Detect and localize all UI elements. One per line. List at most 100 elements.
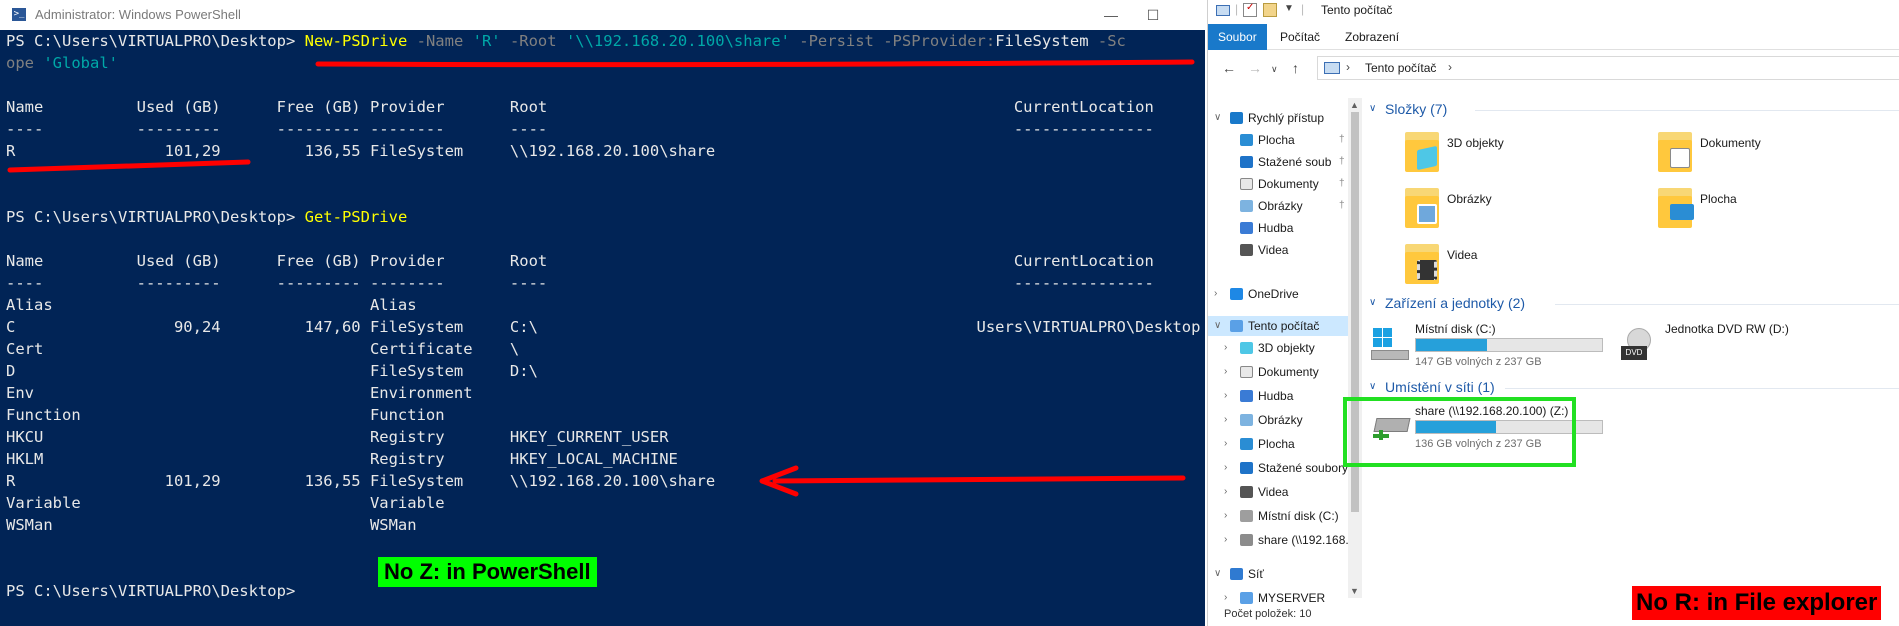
customize-toolbar-icon[interactable]: ▼	[1284, 3, 1294, 14]
folder-label: Obrázky	[1447, 192, 1492, 206]
chevron-right-icon[interactable]: ›	[1224, 588, 1227, 608]
tab-computer[interactable]: Počítač	[1270, 24, 1330, 50]
nav-item-3d-objekty[interactable]: › 3D objekty	[1208, 338, 1360, 358]
nav-item-label: Obrázky	[1258, 413, 1303, 427]
folder-3d-objects[interactable]: 3D objekty	[1403, 128, 1643, 176]
tab-file[interactable]: Soubor	[1208, 24, 1267, 50]
drive-c[interactable]: Místní disk (C:) 147 GB volných z 237 GB	[1363, 322, 1623, 382]
new-folder-icon[interactable]	[1263, 3, 1277, 17]
music-icon	[1240, 222, 1253, 234]
computer-icon	[1230, 320, 1243, 332]
nav-item-label: Síť	[1248, 567, 1264, 581]
chevron-down-icon[interactable]: ∨	[1369, 297, 1376, 308]
group-folders[interactable]: ∨ Složky (7)	[1363, 100, 1899, 120]
powershell-title-bar[interactable]: >_ Administrator: Windows PowerShell — ☐	[0, 0, 1205, 30]
folder-desktop[interactable]: Plocha	[1656, 184, 1896, 232]
blank	[6, 228, 1205, 250]
chevron-down-icon[interactable]: ∨	[1369, 381, 1376, 392]
breadcrumb-separator-icon[interactable]: ›	[1346, 60, 1350, 74]
nav-item-share-192-168[interactable]: › share (\\192.168.	[1208, 530, 1360, 550]
nav-item-obrázky[interactable]: Obrázky †	[1208, 196, 1360, 216]
drive-c-free-space: 147 GB volných z 237 GB	[1415, 356, 1542, 368]
desktop-icon	[1240, 438, 1253, 450]
nav-item-místní-disk-c[interactable]: › Místní disk (C:)	[1208, 506, 1360, 526]
properties-icon[interactable]: ✓	[1243, 2, 1257, 17]
nav-item-label: share (\\192.168.	[1258, 533, 1349, 547]
nav-item-dokumenty[interactable]: › Dokumenty	[1208, 362, 1360, 382]
breadcrumb-this-pc[interactable]: Tento počítač	[1365, 61, 1436, 75]
scroll-up-icon[interactable]: ▲	[1350, 100, 1359, 110]
download-icon	[1240, 462, 1253, 474]
tab-view[interactable]: Zobrazení	[1335, 24, 1409, 50]
forward-icon[interactable]: →	[1248, 60, 1262, 76]
address-bar[interactable]: › Tento počítač ›	[1317, 56, 1899, 80]
cmdlet: New-PSDrive	[304, 32, 408, 50]
nav-item-myserver[interactable]: › MYSERVER	[1208, 588, 1360, 608]
nav-item-label: Dokumenty	[1258, 365, 1319, 379]
download-icon	[1240, 156, 1253, 168]
group-devices-title: Zařízení a jednotky (2)	[1385, 295, 1526, 311]
drive-row-r: R 101,29 136,55 FileSystem \\192.168.20.…	[6, 472, 716, 490]
group-devices[interactable]: ∨ Zařízení a jednotky (2)	[1363, 294, 1899, 314]
nav-item-obrázky[interactable]: › Obrázky	[1208, 410, 1360, 430]
chevron-right-icon[interactable]: ›	[1224, 410, 1227, 430]
new-drive-row: R 101,29 136,55 FileSystem \\192.168.20.…	[6, 142, 716, 160]
nav-item-plocha[interactable]: Plocha †	[1208, 130, 1360, 150]
chevron-right-icon[interactable]: ›	[1224, 458, 1227, 478]
chevron-right-icon[interactable]: ›	[1214, 284, 1217, 304]
scroll-down-icon[interactable]: ▼	[1350, 586, 1359, 596]
nav-item-hudba[interactable]: › Hudba	[1208, 386, 1360, 406]
pin-icon: †	[1339, 156, 1345, 167]
breadcrumb-separator-icon[interactable]: ›	[1448, 60, 1452, 74]
back-icon[interactable]: ←	[1222, 60, 1236, 76]
pin-icon: †	[1339, 200, 1345, 211]
blank	[6, 558, 1205, 580]
nav-item-videa[interactable]: Videa	[1208, 240, 1360, 260]
chevron-right-icon[interactable]: ›	[1224, 530, 1227, 550]
chevron-down-icon[interactable]: ∨	[1214, 108, 1221, 128]
minimize-icon[interactable]: —	[1099, 4, 1123, 26]
recent-locations-icon[interactable]: ∨	[1271, 64, 1278, 75]
drive-row-cert: Cert Certificate \	[6, 340, 520, 358]
music-icon	[1240, 390, 1253, 402]
drive-c-name: Místní disk (C:)	[1415, 322, 1496, 336]
nav-item-tento-počítač[interactable]: ∨ Tento počítač	[1208, 316, 1360, 336]
disk-icon	[1240, 510, 1253, 522]
nav-item-stažené-soub[interactable]: Stažené soub †	[1208, 152, 1360, 172]
chevron-right-icon[interactable]: ›	[1224, 362, 1227, 382]
group-network-locations[interactable]: ∨ Umístění v síti (1)	[1363, 378, 1899, 398]
folder-label: Videa	[1447, 248, 1478, 262]
nav-item-label: Stažené soubory	[1258, 461, 1349, 475]
up-icon[interactable]: ↑	[1292, 60, 1299, 76]
powershell-icon: >_	[12, 8, 26, 21]
folder-videos[interactable]: Videa	[1403, 240, 1643, 288]
chevron-right-icon[interactable]: ›	[1224, 386, 1227, 406]
chevron-right-icon[interactable]: ›	[1224, 434, 1227, 454]
nav-item-dokumenty[interactable]: Dokumenty †	[1208, 174, 1360, 194]
console-output[interactable]: PS C:\Users\VIRTUALPRO\Desktop> New-PSDr…	[6, 30, 1205, 626]
nav-item-hudba[interactable]: Hudba	[1208, 218, 1360, 238]
nav-item-videa[interactable]: › Videa	[1208, 482, 1360, 502]
chevron-down-icon[interactable]: ∨	[1369, 103, 1376, 114]
nav-item-síť[interactable]: ∨ Síť	[1208, 564, 1360, 584]
documents-folder-icon	[1656, 128, 1694, 174]
drive-d[interactable]: DVD Jednotka DVD RW (D:)	[1613, 322, 1873, 382]
desktop-icon	[1240, 134, 1253, 146]
navigation-scrollbar[interactable]: ▲ ▼	[1348, 98, 1362, 598]
nav-item-plocha[interactable]: › Plocha	[1208, 434, 1360, 454]
nav-item-onedrive[interactable]: › OneDrive	[1208, 284, 1360, 304]
cmdlet: Get-PSDrive	[304, 208, 408, 226]
nav-item-rychlý-přístup[interactable]: ∨ Rychlý přístup	[1208, 108, 1360, 128]
folder-pictures[interactable]: Obrázky	[1403, 184, 1643, 232]
chevron-down-icon[interactable]: ∨	[1214, 316, 1221, 336]
folder-documents[interactable]: Dokumenty	[1656, 128, 1896, 176]
chevron-right-icon[interactable]: ›	[1224, 338, 1227, 358]
nav-item-label: Tento počítač	[1248, 319, 1320, 333]
pictures-folder-icon	[1403, 184, 1441, 230]
maximize-icon[interactable]: ☐	[1141, 4, 1165, 26]
chevron-right-icon[interactable]: ›	[1224, 506, 1227, 526]
chevron-right-icon[interactable]: ›	[1224, 482, 1227, 502]
chevron-down-icon[interactable]: ∨	[1214, 564, 1221, 584]
nav-item-stažené-soubory[interactable]: › Stažené soubory	[1208, 458, 1360, 478]
drive-row-c: C 90,24 147,60 FileSystem C:\ Users\VIRT…	[6, 318, 1201, 336]
